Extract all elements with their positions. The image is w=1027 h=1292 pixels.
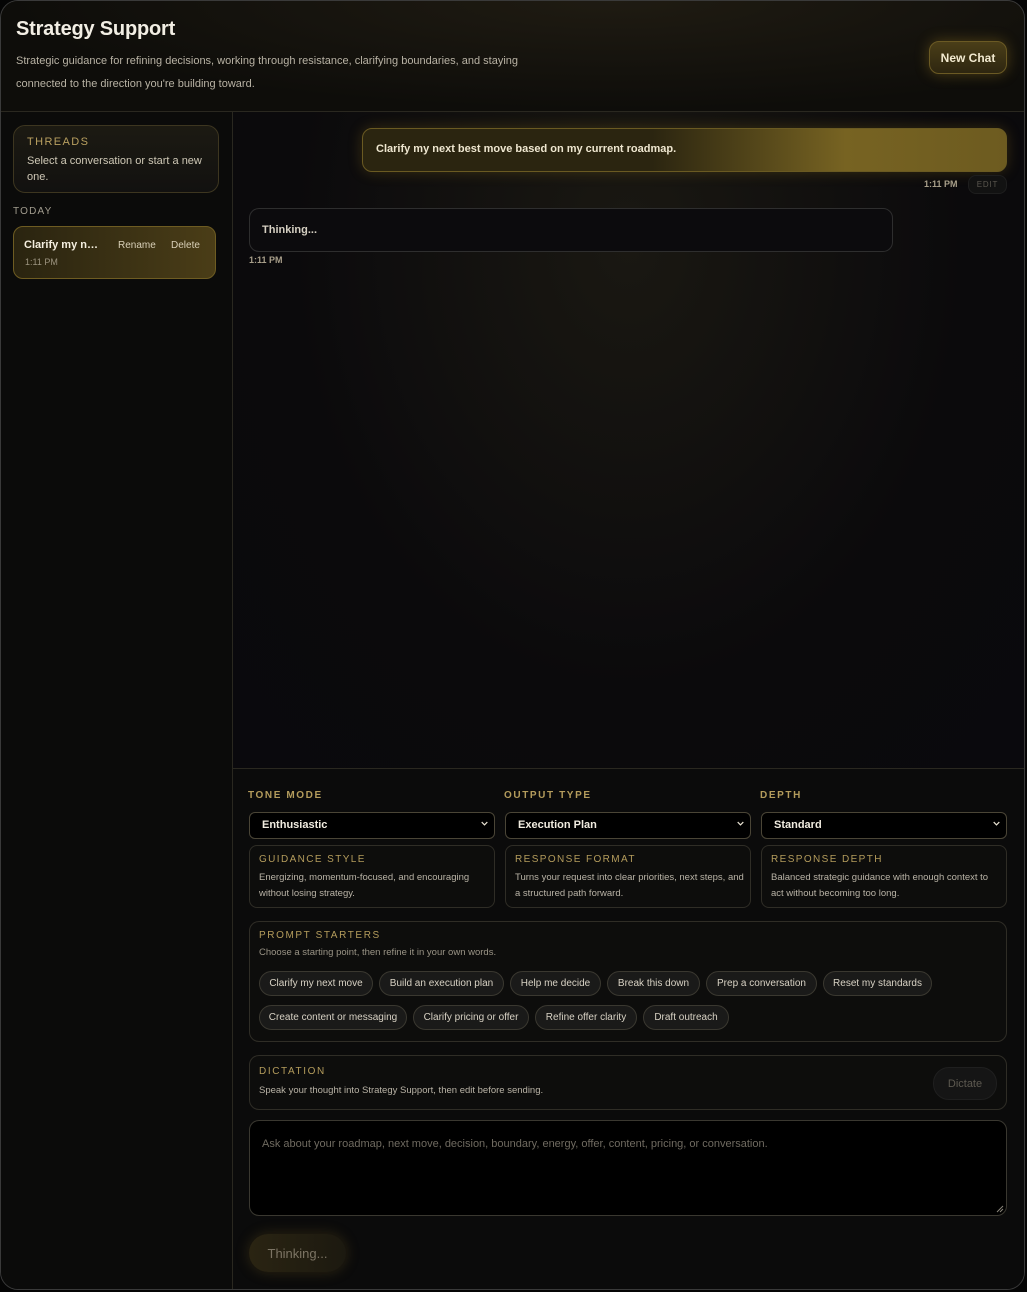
guidance-style-body: Energizing, momentum-focused, and encour…	[259, 872, 470, 899]
threads-card: THREADS Select a conversation or start a…	[13, 125, 219, 193]
thread-item[interactable]: Clarify my next best move based on my cu…	[13, 226, 216, 279]
user-message-bubble: Clarify my next best move based on my cu…	[362, 128, 1007, 172]
depth-select[interactable]: Standard	[761, 812, 1007, 839]
prompt-starters-description: Choose a starting point, then refine it …	[259, 947, 497, 958]
starter-chip[interactable]: Break this down	[607, 971, 700, 996]
message-input-placeholder: Ask about your roadmap, next move, decis…	[262, 1138, 768, 1150]
prompt-starters-panel: PROMPT STARTERS Choose a starting point,…	[249, 921, 1007, 1042]
starter-chip[interactable]: Refine offer clarity	[535, 1005, 637, 1030]
user-message-time: 1:11 PM	[924, 179, 958, 189]
chevron-down-icon	[993, 821, 1000, 826]
send-button[interactable]: Thinking...	[249, 1234, 346, 1272]
starter-chip[interactable]: Clarify pricing or offer	[413, 1005, 529, 1030]
user-message-text: Clarify my next best move based on my cu…	[376, 143, 677, 155]
starter-chip[interactable]: Reset my standards	[823, 971, 932, 996]
delete-thread-button[interactable]: Delete	[171, 240, 200, 251]
depth-value: Standard	[774, 819, 822, 831]
guidance-style-heading: GUIDANCE STYLE	[259, 854, 366, 865]
threads-description: Select a conversation or start a new one…	[27, 155, 202, 183]
starter-chip[interactable]: Draft outreach	[643, 1005, 729, 1030]
message-input[interactable]: Ask about your roadmap, next move, decis…	[249, 1120, 1007, 1216]
guidance-style-card: GUIDANCE STYLE Energizing, momentum-focu…	[249, 845, 495, 908]
dictation-heading: DICTATION	[259, 1066, 326, 1077]
chevron-down-icon	[481, 821, 488, 826]
starter-chip[interactable]: Build an execution plan	[379, 971, 504, 996]
page-header: Strategy Support Strategic guidance for …	[1, 1, 1024, 112]
starter-chip[interactable]: Create content or messaging	[259, 1005, 407, 1030]
assistant-message-bubble: Thinking...	[249, 208, 893, 252]
response-depth-body: Balanced strategic guidance with enough …	[771, 872, 989, 899]
tone-mode-value: Enthusiastic	[262, 819, 328, 831]
assistant-message-time: 1:11 PM	[249, 255, 283, 265]
prompt-starters-heading: PROMPT STARTERS	[259, 930, 381, 941]
new-chat-button[interactable]: New Chat	[929, 41, 1007, 74]
dictation-panel: DICTATION Speak your thought into Strate…	[249, 1055, 1007, 1110]
threads-heading: THREADS	[27, 136, 90, 148]
output-type-value: Execution Plan	[518, 819, 597, 831]
starter-chip[interactable]: Prep a conversation	[706, 971, 817, 996]
app-window: Strategy Support Strategic guidance for …	[0, 0, 1025, 1290]
output-type-select[interactable]: Execution Plan	[505, 812, 751, 839]
assistant-message-text: Thinking...	[262, 224, 317, 236]
starter-chip[interactable]: Help me decide	[510, 971, 601, 996]
tone-mode-select[interactable]: Enthusiastic	[249, 812, 495, 839]
rename-thread-button[interactable]: Rename	[118, 240, 156, 251]
sidebar: THREADS Select a conversation or start a…	[1, 112, 233, 1289]
chevron-down-icon	[737, 821, 744, 826]
tone-mode-label: TONE MODE	[248, 790, 323, 801]
dictation-description: Speak your thought into Strategy Support…	[259, 1085, 544, 1096]
thread-title[interactable]: Clarify my next best move based on my cu…	[24, 239, 102, 251]
edit-message-button[interactable]: EDIT	[968, 175, 1007, 194]
response-depth-card: RESPONSE DEPTH Balanced strategic guidan…	[761, 845, 1007, 908]
controls-panel: TONE MODE OUTPUT TYPE DEPTH Enthusiastic…	[233, 768, 1024, 1289]
chat-area: Clarify my next best move based on my cu…	[233, 112, 1024, 768]
response-format-heading: RESPONSE FORMAT	[515, 854, 636, 865]
starter-chip[interactable]: Clarify my next move	[259, 971, 373, 996]
response-format-body: Turns your request into clear priorities…	[515, 872, 744, 899]
depth-label: DEPTH	[760, 790, 802, 801]
response-format-card: RESPONSE FORMAT Turns your request into …	[505, 845, 751, 908]
output-type-label: OUTPUT TYPE	[504, 790, 592, 801]
section-today-label: TODAY	[13, 206, 53, 217]
dictate-button[interactable]: Dictate	[933, 1067, 997, 1100]
page-title: Strategy Support	[16, 18, 176, 40]
page-subtitle: Strategic guidance for refining decision…	[16, 55, 519, 90]
thread-time: 1:11 PM	[25, 257, 58, 267]
resize-handle-icon[interactable]	[996, 1205, 1004, 1213]
response-depth-heading: RESPONSE DEPTH	[771, 854, 883, 865]
